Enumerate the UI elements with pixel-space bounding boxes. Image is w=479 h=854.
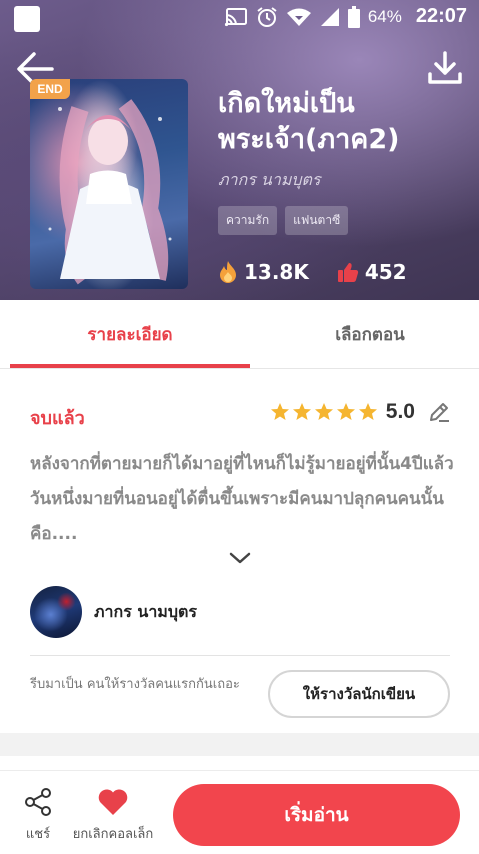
share-button[interactable]: แชร์ [16,787,60,844]
writer-avatar[interactable] [30,586,82,638]
tab-bar: รายละเอียด เลือกตอน [0,300,479,369]
download-icon [428,51,462,84]
share-icon [25,788,51,816]
star-icon [292,403,311,420]
writer-profile[interactable]: ภากร นามบุตร [30,585,197,639]
battery-icon [347,5,360,28]
start-reading-button[interactable]: เริ่มอ่าน [173,784,460,846]
share-label: แชร์ [25,827,51,842]
notification-icon [14,6,40,32]
views-stat: 13.8K [218,260,309,284]
book-cover [30,79,188,289]
tab-episodes[interactable]: เลือกตอน [250,300,479,369]
star-icon [314,403,333,420]
completion-status: จบแล้ว [30,408,85,429]
writer-name[interactable]: ภากร นามบุตร [94,600,197,625]
synopsis: หลังจากที่ตายมายก็ได้มาอยู่ที่ไหนก็ไม่รู… [30,454,454,544]
cast-icon [224,7,247,26]
tag-romance[interactable]: ความรัก [218,206,278,235]
status-bar: 64% 22:07 [0,0,479,36]
rating: 5.0 [270,400,451,424]
chevron-down-icon [229,552,251,564]
heart-icon [98,789,128,815]
reward-note: รีบมาเป็น คนให้รางวัลคนแรกกันเถอะ [30,677,240,692]
star-icon [336,403,355,420]
signal-icon [320,7,339,26]
edit-pencil-icon[interactable] [427,400,451,424]
star-icon [270,403,289,420]
end-badge: END [30,79,70,99]
section-separator [0,733,479,756]
expand-synopsis-button[interactable] [229,550,251,564]
book-stats: 13.8K 452 [218,260,407,284]
battery-percent: 64% [367,6,402,26]
active-tab-indicator [10,364,250,368]
book-author[interactable]: ภากร นามบุตร [218,168,321,193]
views-count: 13.8K [244,260,309,284]
genre-tags: ความรัก แฟนตาซี [218,206,349,235]
uncollect-label: ยกเลิกคอลเล็ก [72,827,154,842]
clock: 22:07 [415,5,467,27]
divider [30,655,450,656]
uncollect-button[interactable]: ยกเลิกคอลเล็ก [62,787,164,844]
reward-writer-button[interactable]: ให้รางวัลนักเขียน [268,670,450,718]
wifi-icon [286,8,311,26]
tag-fantasy[interactable]: แฟนตาซี [285,206,349,235]
download-button[interactable] [425,48,465,88]
likes-stat: 452 [337,260,407,284]
thumbs-up-icon [337,263,358,282]
bottom-action-bar: แชร์ ยกเลิกคอลเล็ก เริ่มอ่าน [0,770,479,854]
rating-value: 5.0 [385,400,415,423]
star-icon [358,403,377,420]
tab-details[interactable]: รายละเอียด [10,300,250,369]
book-header: 64% 22:07 END เกิดใหม่เป็นพระเจ้า(ภาค2) [0,0,479,300]
book-title: เกิดใหม่เป็นพระเจ้า(ภาค2) [218,88,400,155]
alarm-icon [257,6,277,27]
fire-icon [220,261,236,283]
status-icons: 64% 22:07 [224,5,467,28]
likes-count: 452 [364,260,407,284]
